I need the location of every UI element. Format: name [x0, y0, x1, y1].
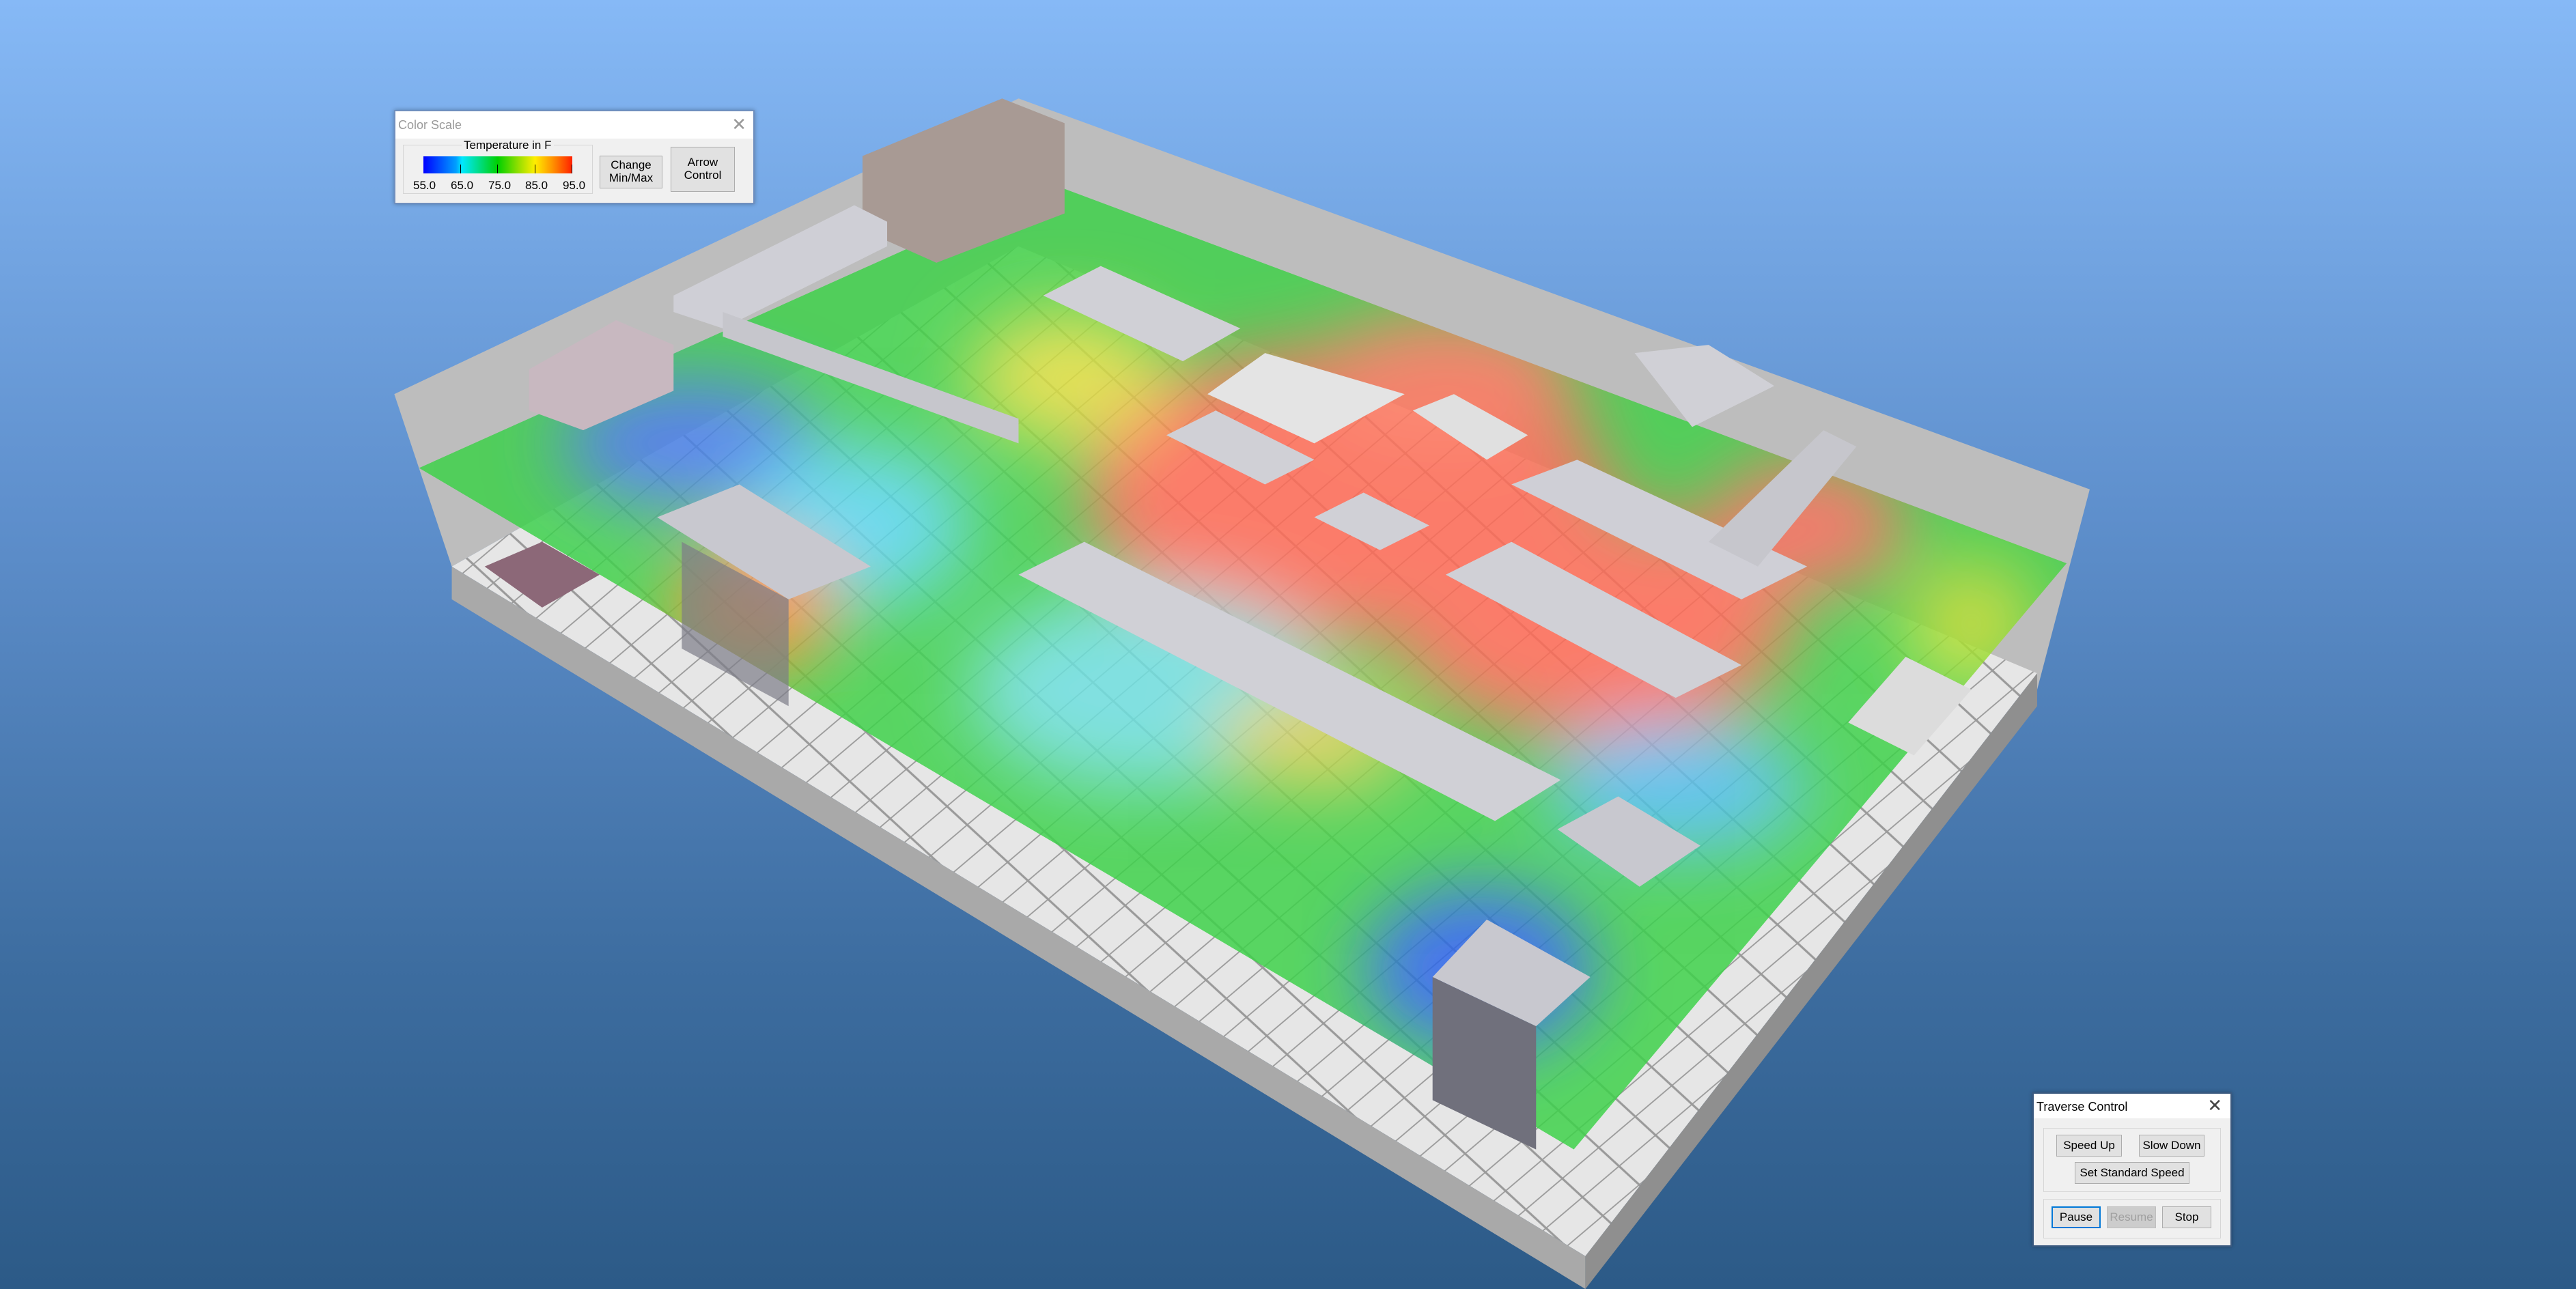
legend-title: Temperature in F [462, 139, 554, 152]
arrow-control-button[interactable]: Arrow Control [671, 147, 735, 192]
tick-label: 75.0 [488, 179, 512, 192]
slow-down-button[interactable]: Slow Down [2139, 1135, 2204, 1157]
resume-button[interactable]: Resume [2107, 1206, 2156, 1228]
pause-button[interactable]: Pause [2052, 1206, 2101, 1228]
tick-label: 85.0 [525, 179, 548, 192]
traverse-control-dialog: Traverse Control ✕ Speed Up Slow Down Se… [2032, 1092, 2232, 1247]
tick-label: 95.0 [563, 179, 586, 192]
close-icon[interactable]: ✕ [2207, 1096, 2222, 1114]
dialog-title: Color Scale [398, 118, 462, 132]
title-bar[interactable]: Color Scale ✕ [395, 111, 753, 139]
set-standard-speed-button[interactable]: Set Standard Speed [2075, 1162, 2189, 1184]
dialog-title: Traverse Control [2036, 1100, 2128, 1114]
color-scale-dialog: Color Scale ✕ Temperature in F 55.0 65.0… [394, 110, 755, 204]
change-min-max-button[interactable]: Change Min/Max [600, 156, 662, 188]
tick-label: 55.0 [413, 179, 436, 192]
stop-button[interactable]: Stop [2162, 1206, 2211, 1228]
tick-label: 65.0 [451, 179, 474, 192]
close-icon[interactable]: ✕ [731, 115, 746, 133]
speed-up-button[interactable]: Speed Up [2056, 1135, 2122, 1157]
gradient-ticks [423, 156, 572, 173]
title-bar[interactable]: Traverse Control ✕ [2034, 1094, 2230, 1118]
